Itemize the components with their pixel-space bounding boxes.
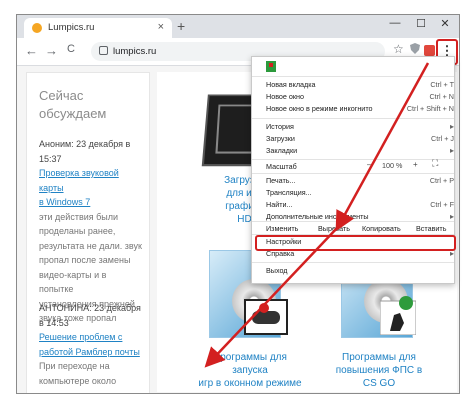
tab-lumpics[interactable]: Lumpics.ru × (24, 18, 172, 38)
lock-icon (99, 46, 108, 55)
menu-item-history[interactable]: История ▸ (266, 122, 454, 133)
menu-item-help[interactable]: Справка ▸ (266, 249, 454, 260)
menu-item-zoom: Масштаб (266, 162, 297, 171)
comment-2: АНТОНИНА: 23 декабря в 14:53 Решение про… (39, 301, 143, 394)
comment-text-line: проделаны ранее, (39, 226, 116, 236)
menu-item-print[interactable]: Печать... Ctrl + P (266, 176, 454, 187)
close-window-button[interactable]: ✕ (433, 17, 457, 30)
sidebar-title-line2: обсуждаем (39, 106, 107, 121)
comment-text-line: результата не дали. звук (39, 240, 142, 251)
comment-link[interactable]: Решение проблем с (39, 330, 143, 345)
article-link-window-mode[interactable]: Программы для запуска игр в оконном режим… (195, 351, 305, 390)
comment-link[interactable]: Проверка звуковой карты (39, 166, 143, 195)
url-text: lumpics.ru (113, 46, 157, 57)
cut-button[interactable]: Вырезать (318, 224, 350, 233)
discussion-sidebar: Сейчас обсуждаем Аноним: 23 декабря в 15… (26, 72, 150, 394)
paste-button[interactable]: Вставить (416, 224, 446, 233)
menu-item-bookmarks[interactable]: Закладки ▸ (266, 146, 454, 157)
tab-strip: Lumpics.ru × + — ☐ ✕ (17, 15, 459, 38)
menu-item-incognito[interactable]: Новое окно в режиме инкогнито Ctrl + Shif… (266, 104, 454, 115)
zoom-out-button[interactable]: – (367, 160, 371, 169)
sidebar-title-line1: Сейчас (39, 88, 84, 103)
forward-button[interactable]: → (45, 43, 58, 58)
menu-item-new-tab[interactable]: Новая вкладка Ctrl + T (266, 80, 454, 91)
comment-time: в 14:53 (39, 317, 69, 328)
back-button[interactable]: ← (25, 43, 38, 58)
fullscreen-icon[interactable]: ⛶ (432, 158, 438, 169)
new-tab-button[interactable]: + (177, 18, 185, 34)
comment-time: 15:37 (39, 153, 62, 164)
menu-item-cast[interactable]: Трансляция... (266, 188, 446, 199)
comment-text-line: эти действия были (39, 211, 119, 222)
copy-button[interactable]: Копировать (362, 224, 401, 233)
maximize-button[interactable]: ☐ (409, 17, 433, 30)
red-extension-icon[interactable] (424, 45, 435, 56)
comment-1: Аноним: 23 декабря в 15:37 Проверка звук… (39, 137, 143, 326)
comment-link[interactable]: в Windows 7 (39, 195, 143, 210)
comment-text-line: пропал после замены (39, 255, 131, 265)
article-link-cs-go[interactable]: Программы для повышения ФПС в CS GO (329, 351, 429, 390)
menu-item-edit: Изменить (266, 224, 299, 233)
minimize-button[interactable]: — (383, 17, 407, 29)
tab-title: Lumpics.ru (48, 22, 95, 33)
comment-author: Аноним: 23 декабря в (39, 139, 131, 149)
chrome-menu: Новая вкладка Ctrl + T Новое окно Ctrl + N… (251, 56, 456, 284)
menu-item-find[interactable]: Найти... Ctrl + F (266, 200, 454, 211)
sidebar-title: Сейчас обсуждаем (39, 87, 129, 123)
comment-text-line: видео-карты и в попытке (39, 269, 107, 295)
reload-button[interactable]: C (67, 43, 75, 55)
menu-item-settings[interactable]: Настройки (266, 237, 301, 248)
counter-strike-icon (380, 296, 416, 335)
zoom-in-button[interactable]: + (413, 160, 418, 169)
zoom-level: 100 % (382, 161, 403, 170)
favicon-icon (32, 23, 42, 33)
comment-text-line: При переходе на (39, 361, 110, 371)
shield-extension-icon[interactable] (410, 43, 420, 57)
menu-item-downloads[interactable]: Загрузки Ctrl + J (266, 134, 454, 145)
gamepad-icon (244, 299, 288, 335)
extension-badge-icon (266, 61, 276, 72)
comment-text-line: компьютере около месяца (39, 375, 117, 394)
close-tab-icon[interactable]: × (158, 21, 164, 33)
menu-item-new-window[interactable]: Новое окно Ctrl + N (266, 92, 454, 103)
comment-author: АНТОНИНА: 23 декабря (39, 303, 141, 313)
comment-link[interactable]: работой Рамблер почты (39, 345, 143, 360)
menu-item-exit[interactable]: Выход (266, 266, 288, 277)
bookmark-star-icon[interactable]: ☆ (393, 42, 404, 56)
